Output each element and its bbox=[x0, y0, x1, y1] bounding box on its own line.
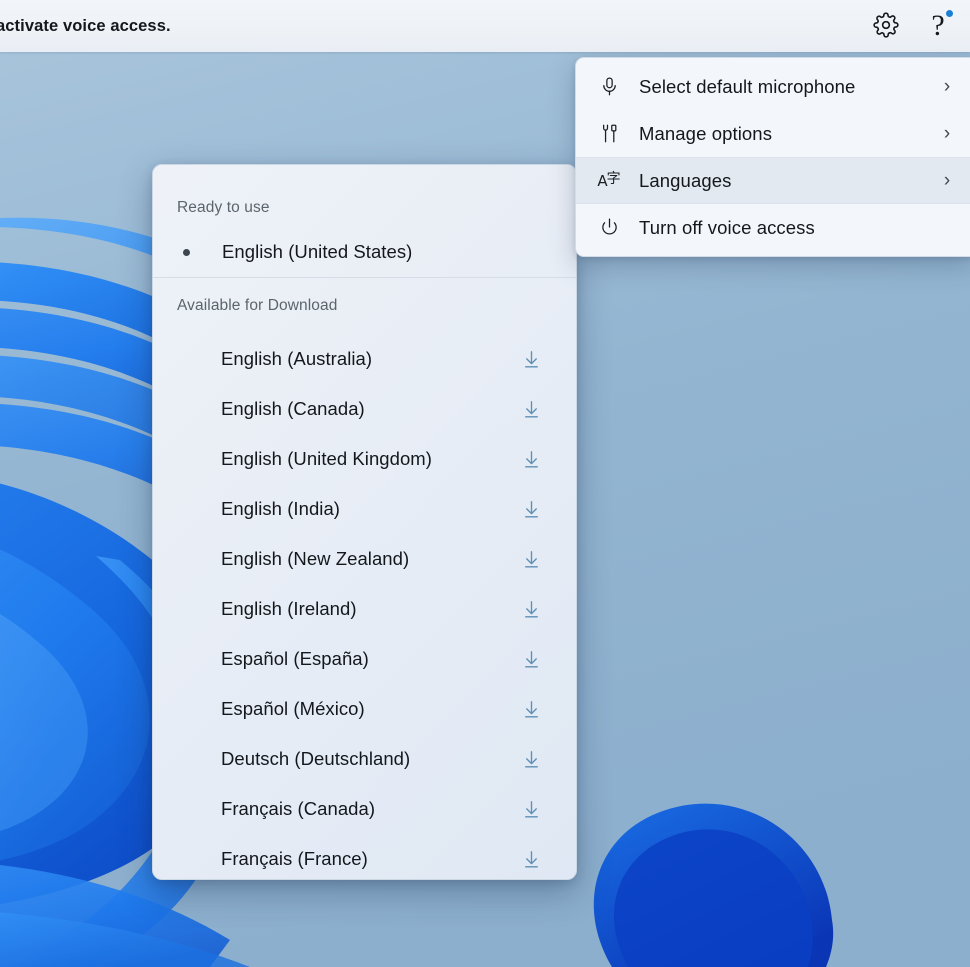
download-icon[interactable] bbox=[516, 544, 546, 574]
chevron-right-icon: › bbox=[936, 124, 958, 143]
language-label: Deutsch (Deutschland) bbox=[177, 748, 410, 770]
downloadable-language-list: English (Australia) English (Canada) Engli… bbox=[153, 334, 576, 880]
tools-icon bbox=[594, 119, 624, 149]
language-icon: A 字 bbox=[594, 166, 624, 196]
downloadable-language-row[interactable]: English (New Zealand) bbox=[153, 534, 576, 584]
download-icon[interactable] bbox=[516, 744, 546, 774]
chevron-right-icon: › bbox=[936, 171, 958, 190]
downloadable-language-row[interactable]: Deutsch (Deutschland) bbox=[153, 734, 576, 784]
menu-item-label: Languages bbox=[639, 170, 731, 192]
downloadable-language-row[interactable]: Français (France) bbox=[153, 834, 576, 880]
menu-item-label: Select default microphone bbox=[639, 76, 855, 98]
voice-access-bar-actions: ? bbox=[864, 4, 970, 48]
download-icon[interactable] bbox=[516, 694, 546, 724]
chevron-right-icon: › bbox=[936, 77, 958, 96]
ready-to-use-section-header: Ready to use bbox=[153, 165, 576, 227]
downloadable-language-row[interactable]: English (United Kingdom) bbox=[153, 434, 576, 484]
selected-bullet-icon bbox=[177, 249, 221, 256]
language-label: English (Canada) bbox=[177, 398, 365, 420]
language-label: English (New Zealand) bbox=[177, 548, 409, 570]
menu-item-turn-off-voice-access[interactable]: Turn off voice access bbox=[576, 204, 970, 251]
desktop: activate voice access. ? bbox=[0, 0, 970, 967]
language-label: Français (France) bbox=[177, 848, 368, 870]
help-button[interactable]: ? bbox=[916, 4, 960, 48]
downloadable-language-row[interactable]: Español (México) bbox=[153, 684, 576, 734]
voice-access-status-text: activate voice access. bbox=[0, 17, 171, 36]
language-label: Français (Canada) bbox=[177, 798, 375, 820]
microphone-icon bbox=[594, 72, 624, 102]
language-label: English (Australia) bbox=[177, 348, 372, 370]
download-icon[interactable] bbox=[516, 844, 546, 874]
language-label: English (United Kingdom) bbox=[177, 448, 432, 470]
downloadable-language-row[interactable]: English (Canada) bbox=[153, 384, 576, 434]
language-label: Español (España) bbox=[177, 648, 369, 670]
language-label: English (Ireland) bbox=[177, 598, 357, 620]
settings-button[interactable] bbox=[864, 4, 908, 48]
download-icon[interactable] bbox=[516, 494, 546, 524]
downloadable-language-row[interactable]: English (Australia) bbox=[153, 334, 576, 384]
voice-access-bar: activate voice access. ? bbox=[0, 0, 970, 52]
menu-item-label: Turn off voice access bbox=[639, 217, 815, 239]
power-icon bbox=[594, 213, 624, 243]
installed-language-row[interactable]: English (United States) bbox=[153, 227, 576, 277]
languages-flyout-panel: Ready to use English (United States) Ava… bbox=[152, 164, 577, 880]
download-icon[interactable] bbox=[516, 344, 546, 374]
downloadable-language-row[interactable]: English (Ireland) bbox=[153, 584, 576, 634]
voice-access-settings-menu: Select default microphone › Manage optio… bbox=[575, 57, 970, 257]
menu-item-select-default-microphone[interactable]: Select default microphone › bbox=[576, 63, 970, 110]
menu-item-manage-options[interactable]: Manage options › bbox=[576, 110, 970, 157]
language-label: Español (México) bbox=[177, 698, 365, 720]
downloadable-language-row[interactable]: English (India) bbox=[153, 484, 576, 534]
menu-item-label: Manage options bbox=[639, 123, 772, 145]
gear-icon bbox=[873, 12, 899, 41]
language-label: English (India) bbox=[177, 498, 340, 520]
menu-item-languages[interactable]: A 字 Languages › bbox=[576, 157, 970, 204]
language-icon-cjk-glyph: 字 bbox=[607, 172, 621, 186]
download-icon[interactable] bbox=[516, 444, 546, 474]
download-icon[interactable] bbox=[516, 644, 546, 674]
language-label: English (United States) bbox=[221, 241, 412, 263]
download-icon[interactable] bbox=[516, 794, 546, 824]
downloadable-language-row[interactable]: Español (España) bbox=[153, 634, 576, 684]
notification-dot-badge bbox=[946, 10, 953, 17]
downloadable-language-row[interactable]: Français (Canada) bbox=[153, 784, 576, 834]
download-icon[interactable] bbox=[516, 594, 546, 624]
available-for-download-section-header: Available for Download bbox=[153, 278, 576, 334]
question-mark-icon: ? bbox=[931, 11, 944, 41]
download-icon[interactable] bbox=[516, 394, 546, 424]
